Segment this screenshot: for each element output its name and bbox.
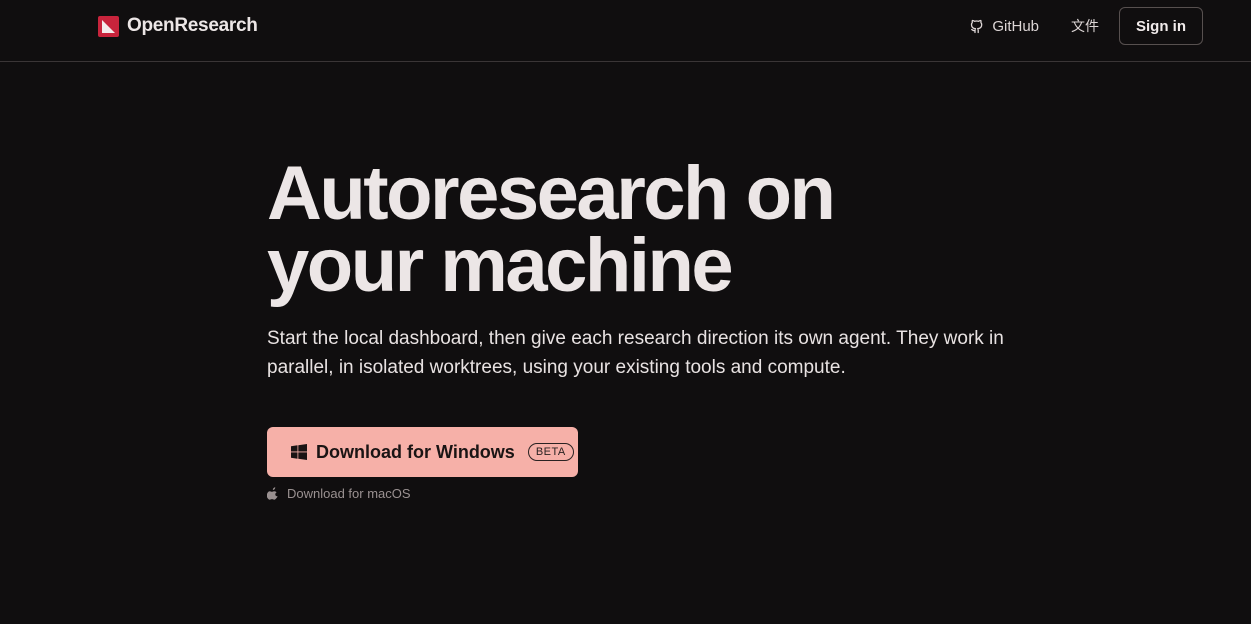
language-link[interactable]: 文件 <box>1071 16 1099 36</box>
github-link[interactable]: GitHub <box>969 18 1039 35</box>
github-icon <box>971 19 983 34</box>
windows-icon <box>291 444 307 460</box>
hero-title: Autoresearch on your machine <box>267 156 1047 304</box>
sign-in-button[interactable]: Sign in <box>1119 7 1203 45</box>
site-header: OpenResearch GitHub 文件 Sign in <box>0 0 1251 62</box>
hero-subtitle: Start the local dashboard, then give eac… <box>267 328 1004 378</box>
download-windows-button[interactable]: Download for Windows BETA <box>267 427 578 477</box>
download-macos-label: Download for macOS <box>287 486 411 501</box>
beta-badge: BETA <box>527 443 574 461</box>
download-windows-label: Download for Windows <box>316 441 515 462</box>
brand-home-link[interactable]: OpenResearch <box>98 14 258 38</box>
github-label: GitHub <box>992 17 1039 35</box>
hero-title-line-2: your machine <box>267 223 734 308</box>
download-macos-link[interactable]: Download for macOS <box>267 486 411 501</box>
hero-section: Autoresearch on your machine Start the l… <box>267 156 1047 382</box>
top-nav: GitHub 文件 Sign in <box>969 7 1203 45</box>
openresearch-logo-icon <box>98 15 119 37</box>
brand-name: OpenResearch <box>127 15 258 36</box>
apple-icon <box>267 487 278 500</box>
